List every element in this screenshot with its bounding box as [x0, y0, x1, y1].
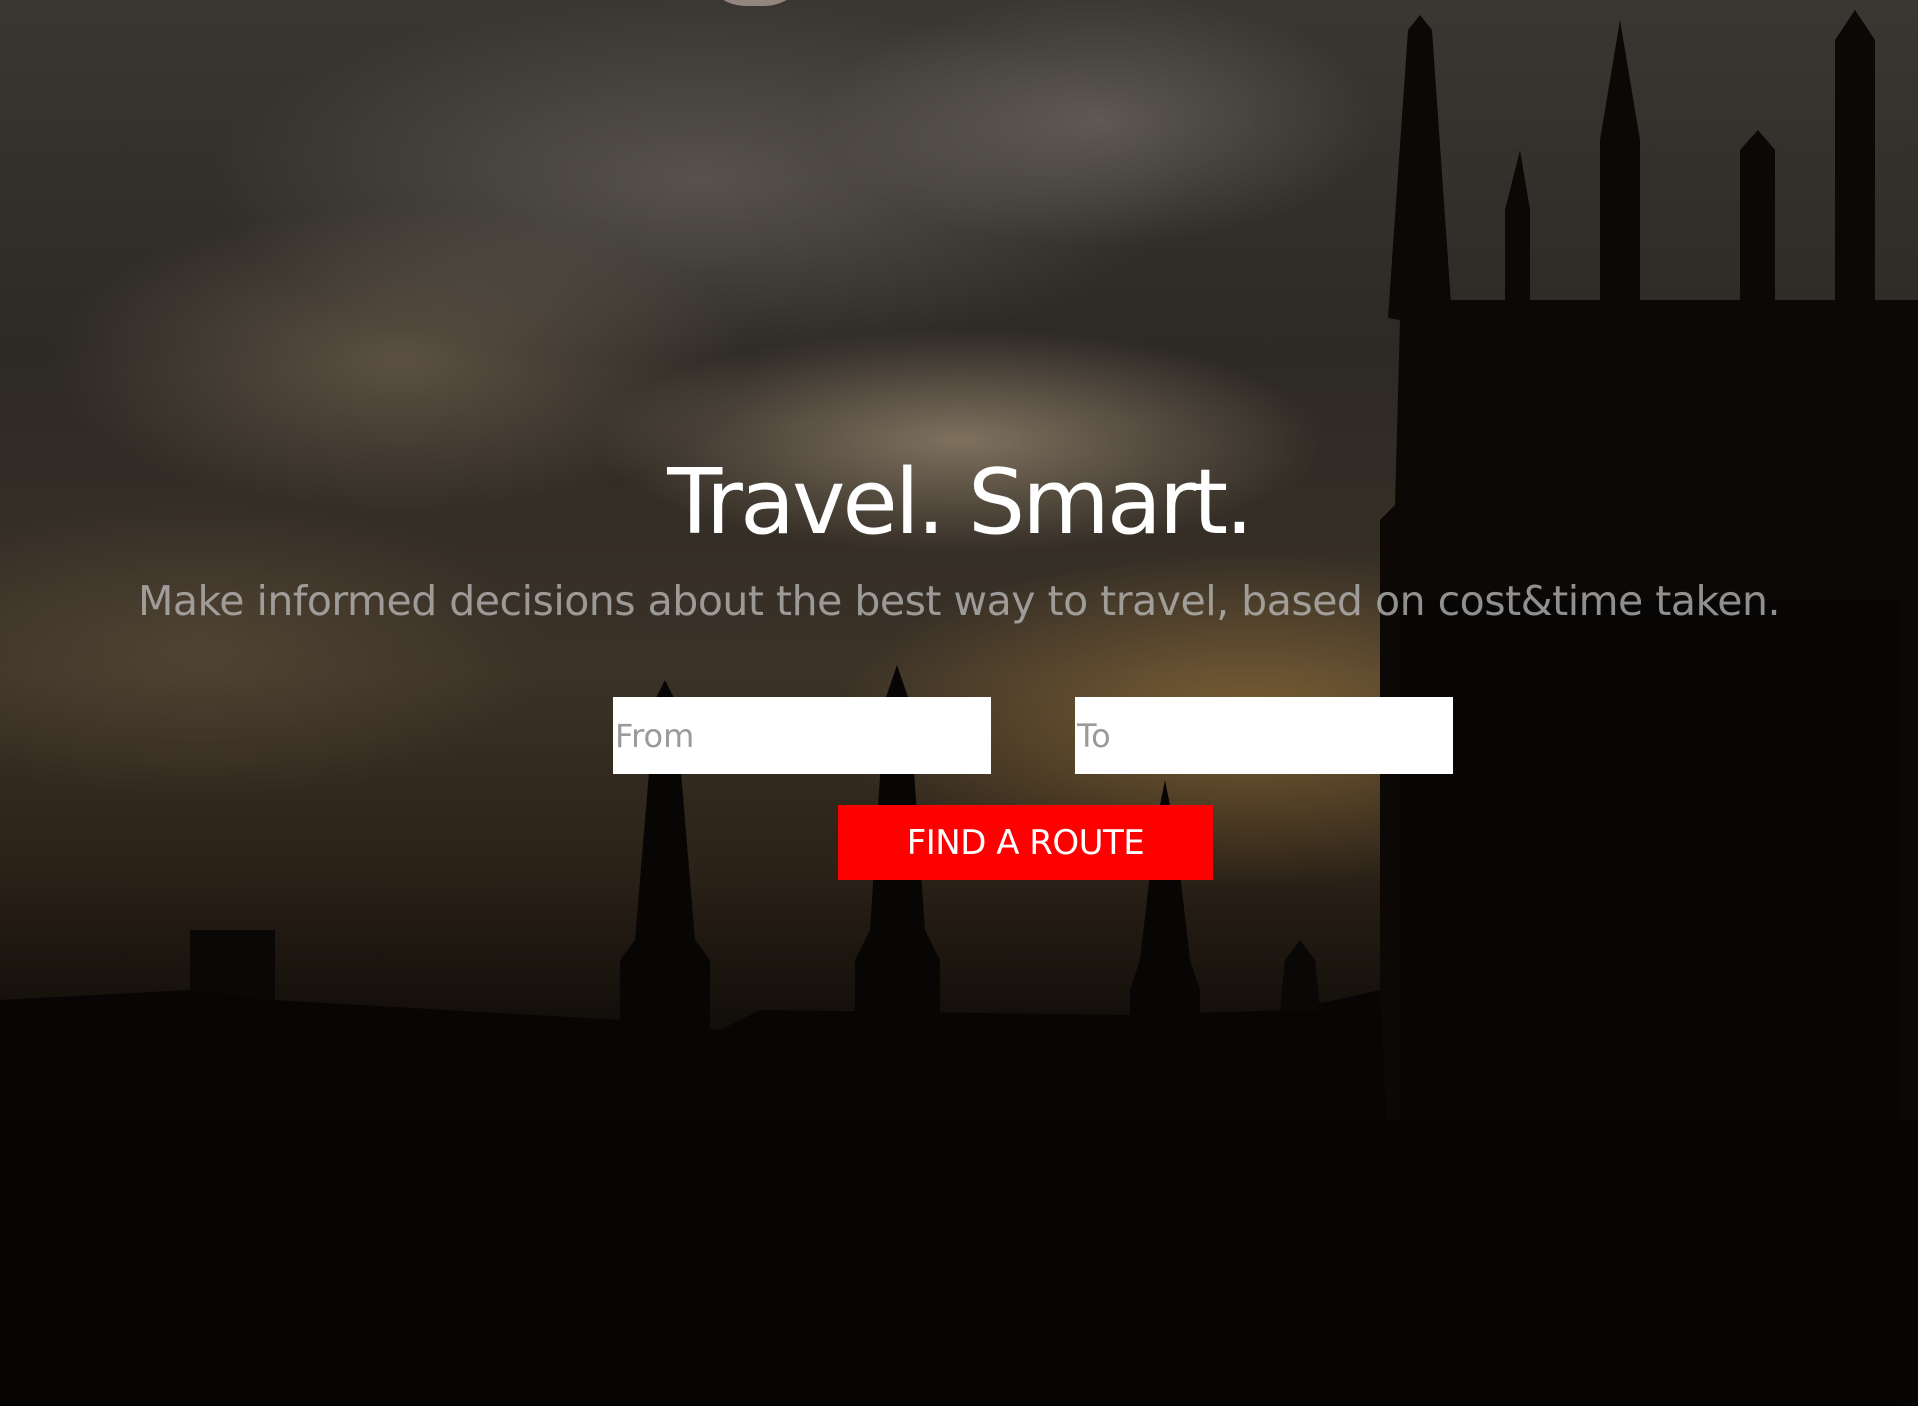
to-input[interactable] [1075, 697, 1453, 774]
page-tagline: Make informed decisions about the best w… [137, 577, 1781, 625]
hero-section: Travel. Smart. Make informed decisions a… [0, 0, 1918, 1406]
page-title: Travel. Smart. [667, 450, 1254, 555]
from-input[interactable] [613, 697, 991, 774]
find-route-button[interactable]: FIND A ROUTE [838, 805, 1213, 880]
